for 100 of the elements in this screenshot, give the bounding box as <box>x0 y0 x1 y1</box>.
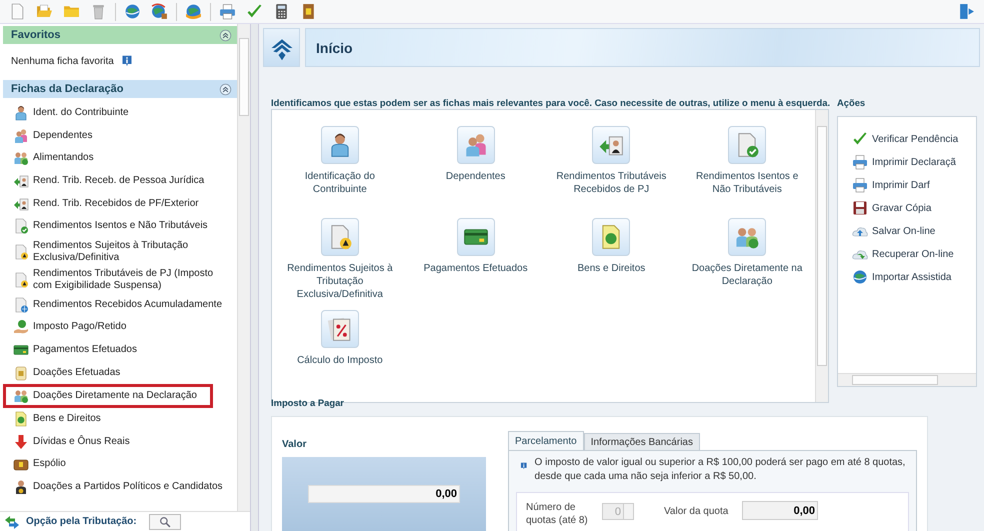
sidebar-item[interactable]: Ident. do Contribuinte <box>3 102 233 125</box>
document-warning-icon <box>13 272 29 288</box>
people-icon <box>13 388 29 404</box>
shortcut-tile[interactable] <box>320 310 359 348</box>
scrollbar[interactable] <box>838 373 976 386</box>
coin-document-icon <box>13 411 29 428</box>
value-field[interactable]: 0,00 <box>308 485 460 503</box>
action-link[interactable]: Imprimir Declaraçã <box>852 154 976 170</box>
sidebar-item[interactable]: Rendimentos Recebidos Acumuladamente <box>3 294 233 316</box>
shortcut-tile[interactable] <box>320 126 359 164</box>
exit-icon <box>958 3 975 20</box>
document-globe-icon <box>13 296 29 313</box>
arrow-person-icon <box>13 196 29 212</box>
check-icon <box>852 131 868 147</box>
shortcut-label[interactable]: Cálculo do Imposto <box>297 354 383 367</box>
sidebar-item[interactable]: Rendimentos Isentos e Não Tributáveis <box>3 214 233 238</box>
sidebar-item[interactable]: Doações Diretamente na Declaração <box>3 384 213 408</box>
action-link[interactable]: Salvar On-line <box>852 223 976 239</box>
sidebar-item[interactable]: Rend. Trib. Receb. de Pessoa Jurídica <box>3 170 233 192</box>
sidebar-item[interactable]: Bens e Direitos <box>3 408 233 431</box>
shortcut-label[interactable]: Rendimentos Isentos e Não Tributáveis <box>689 170 806 196</box>
shortcut-label[interactable]: Doações Diretamente na Declaração <box>689 262 806 288</box>
printer-icon <box>852 154 868 170</box>
empty-message: Nenhuma ficha favorita <box>11 56 114 66</box>
person-coin-icon <box>13 479 29 496</box>
sidebar-item[interactable]: Alimentandos <box>3 147 233 170</box>
person-icon <box>13 105 29 122</box>
sidebar-item[interactable]: Pagamentos Efetuados <box>3 338 233 362</box>
sidebar-item[interactable]: Doações Efetuadas <box>3 361 233 384</box>
people-icon <box>13 150 29 166</box>
shortcut-tile[interactable] <box>456 218 495 256</box>
shortcut-label[interactable]: Dependentes <box>446 170 506 183</box>
info-text: O imposto de valor igual ou superior a R$ 100,00 poderá ser pago em até 8 quotas, desde que cada uma não seja inferior a R$ 50,00. <box>534 456 906 484</box>
help-book-icon <box>300 3 317 20</box>
document-check-icon <box>13 218 29 234</box>
calculator-icon <box>273 3 290 20</box>
shortcut-tile[interactable] <box>456 126 495 164</box>
arrow-person-icon <box>13 173 29 190</box>
action-link[interactable]: Gravar Cópia <box>852 200 976 216</box>
shortcut-tile[interactable] <box>728 218 766 256</box>
intro-text: Identificamos que estas podem ser as fichas mais relevantes para você. Caso necessite de outras, utilize o menu à esquerda. <box>271 97 830 109</box>
section-header[interactable]: Favoritos <box>3 26 237 44</box>
people-icon <box>13 128 29 144</box>
section-title: Ações <box>837 97 866 110</box>
folder-icon <box>63 3 80 20</box>
info-icon <box>520 460 528 472</box>
globe-icon <box>151 3 168 20</box>
collapse-icon <box>219 82 232 96</box>
tab[interactable]: Informações Bancárias <box>584 433 700 450</box>
printer-icon <box>852 177 868 193</box>
action-link[interactable]: Verificar Pendência <box>852 131 976 147</box>
search-icon <box>158 516 171 528</box>
search-button[interactable] <box>148 514 181 530</box>
printer-icon <box>219 3 236 20</box>
scrollbar[interactable] <box>815 110 828 402</box>
quota-value-field[interactable]: 0,00 <box>742 501 818 520</box>
sidebar-item[interactable]: Rendimentos Tributáveis de PJ (Imposto com Exigibilidade Suspensa) <box>3 266 233 294</box>
field-label: Valor <box>282 439 308 450</box>
sidebar-item[interactable]: Rendimentos Sujeitos à Tributação Exclusiva/Definitiva <box>3 238 233 266</box>
shortcut-tile[interactable] <box>592 126 630 164</box>
shortcut-tile[interactable] <box>320 218 359 256</box>
shortcut-label[interactable]: Rendimentos Tributáveis Recebidos de PJ <box>553 170 670 196</box>
sidebar-item[interactable]: Espólio <box>3 453 233 476</box>
check-icon <box>246 3 263 20</box>
sidebar-item[interactable]: Dívidas e Ônus Reais <box>3 430 233 454</box>
field-label: Valor da quota <box>664 506 730 517</box>
globe-icon <box>124 3 141 20</box>
globe-icon <box>852 269 868 285</box>
field-label: Número de quotas (até 8) <box>526 501 589 527</box>
jar-icon <box>13 364 29 381</box>
shortcut-label[interactable]: Bens e Direitos <box>577 262 646 275</box>
action-link[interactable]: Importar Assistida <box>852 269 976 285</box>
sidebar-item[interactable]: Imposto Pago/Retido <box>3 316 233 339</box>
section-header[interactable]: Fichas da Declaração <box>3 80 237 98</box>
shortcut-label[interactable]: Pagamentos Efetuados <box>424 262 528 275</box>
section-title: Imposto a Pagar <box>271 397 344 410</box>
trash-icon <box>90 3 107 20</box>
shortcut-label[interactable]: Identificação do Contribuinte <box>282 170 398 196</box>
open-folder-icon <box>36 3 53 20</box>
tab[interactable]: Parcelamento <box>508 431 584 450</box>
document-warning-icon <box>13 244 29 260</box>
footer-label: Opção pela Tributação: <box>26 516 137 527</box>
action-link[interactable]: Recuperar On-line <box>852 246 976 262</box>
sidebar-item[interactable]: Doações a Partidos Políticos e Candidatos <box>3 476 233 498</box>
info-icon <box>120 55 133 67</box>
shortcut-tile[interactable] <box>592 218 630 256</box>
globe-icon <box>185 3 202 20</box>
down-arrow-icon <box>13 434 29 450</box>
sidebar-item[interactable]: Rend. Trib. Recebidos de PF/Exterior <box>3 192 233 215</box>
shortcut-label[interactable]: Rendimentos Sujeitos à Tributação Exclusiva/Definitiva <box>282 262 398 301</box>
action-link[interactable]: Imprimir Darf <box>852 177 976 193</box>
shortcut-tile[interactable] <box>728 126 766 164</box>
arrows-icon <box>4 514 20 530</box>
sidebar-item[interactable]: Dependentes <box>3 124 233 148</box>
percent-document-icon <box>326 316 353 342</box>
page-title: Início <box>316 40 353 56</box>
collapse-icon <box>219 28 232 42</box>
coin-hand-icon <box>13 319 29 336</box>
scrollbar[interactable] <box>237 24 250 511</box>
new-document-icon <box>9 3 26 20</box>
